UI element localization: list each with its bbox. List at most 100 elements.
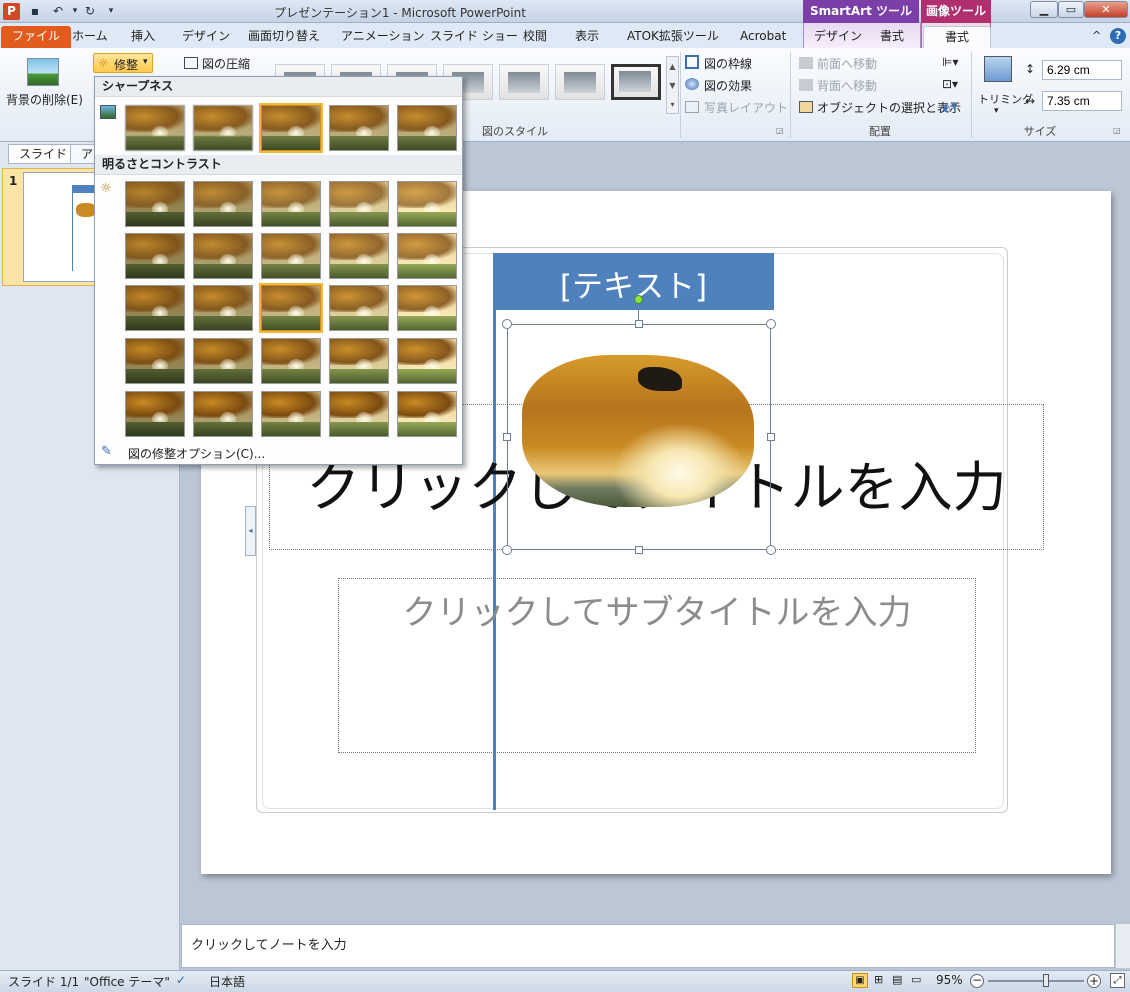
picture-corrections-options[interactable]: 図の修整オプション(C)... — [128, 445, 265, 462]
brightness-contrast-option[interactable] — [125, 391, 185, 437]
tab-view[interactable]: 表示 — [565, 26, 609, 48]
resize-handle-s[interactable] — [635, 546, 643, 554]
tab-transitions[interactable]: 画面切り替え — [238, 26, 330, 48]
brightness-contrast-option[interactable] — [397, 181, 457, 227]
brightness-contrast-option[interactable] — [329, 285, 389, 331]
notes-pane[interactable]: クリックしてノートを入力 — [181, 924, 1115, 968]
resize-handle-n[interactable] — [635, 320, 643, 328]
brightness-contrast-option[interactable] — [193, 285, 253, 331]
rotation-handle[interactable] — [634, 295, 643, 304]
close-button[interactable]: ✕ — [1084, 1, 1128, 18]
tab-smartart-design[interactable]: デザイン — [804, 26, 872, 48]
brightness-contrast-option[interactable] — [193, 391, 253, 437]
remove-background-icon[interactable] — [27, 58, 59, 86]
picture-style-5[interactable] — [499, 64, 549, 100]
brightness-contrast-option[interactable] — [329, 391, 389, 437]
brightness-contrast-option[interactable] — [397, 233, 457, 279]
tab-file[interactable]: ファイル — [1, 26, 72, 48]
zoom-level[interactable]: 95% — [936, 973, 963, 987]
brightness-contrast-option[interactable] — [397, 285, 457, 331]
minimize-button[interactable]: ▁ — [1030, 1, 1058, 18]
sharpness-option[interactable] — [193, 105, 253, 151]
tab-slides[interactable]: スライド — [8, 144, 79, 164]
brightness-contrast-option[interactable] — [397, 391, 457, 437]
tab-design[interactable]: デザイン — [172, 26, 240, 48]
tab-animations[interactable]: アニメーション — [331, 26, 435, 48]
notes-scrollbar[interactable] — [1115, 924, 1130, 968]
slide-thumbnail[interactable] — [23, 172, 98, 282]
brightness-contrast-option[interactable] — [329, 233, 389, 279]
brightness-contrast-option[interactable] — [125, 181, 185, 227]
group-icon[interactable]: ⊡▾ — [942, 77, 958, 91]
tab-review[interactable]: 校閲 — [513, 26, 557, 48]
zoom-in-icon[interactable]: + — [1087, 974, 1101, 988]
maximize-button[interactable]: ▭ — [1058, 1, 1084, 18]
dialog-launcher-icon[interactable]: ◲ — [776, 126, 784, 135]
brightness-contrast-option[interactable] — [125, 285, 185, 331]
selected-picture[interactable] — [507, 324, 771, 550]
brightness-contrast-option[interactable] — [397, 338, 457, 384]
zoom-slider-thumb[interactable] — [1043, 974, 1049, 987]
picture-layout-button[interactable]: 写真レイアウト — [704, 99, 788, 116]
height-input[interactable] — [1042, 60, 1122, 80]
help-icon[interactable]: ? — [1110, 28, 1126, 44]
picture-style-7[interactable] — [611, 64, 661, 100]
brightness-contrast-option[interactable] — [329, 338, 389, 384]
align-icon[interactable]: ⊫▾ — [942, 55, 958, 69]
smartart-text-pane-toggle[interactable]: ◂ — [245, 506, 256, 556]
brightness-contrast-option[interactable] — [261, 391, 321, 437]
brightness-contrast-option[interactable] — [261, 233, 321, 279]
sharpness-option[interactable] — [125, 105, 185, 151]
zoom-out-icon[interactable]: − — [970, 974, 984, 988]
size-dialog-launcher-icon[interactable]: ◲ — [1113, 126, 1121, 135]
brightness-contrast-option[interactable] — [125, 338, 185, 384]
brightness-contrast-option[interactable] — [193, 233, 253, 279]
language-indicator[interactable]: 日本語 — [209, 973, 245, 990]
sharpness-option[interactable] — [329, 105, 389, 151]
picture-effects-button[interactable]: 図の効果 — [704, 77, 752, 94]
tab-slideshow[interactable]: スライド ショー — [420, 26, 528, 48]
tab-insert[interactable]: 挿入 — [121, 26, 165, 48]
width-input[interactable] — [1042, 91, 1122, 111]
normal-view-icon[interactable]: ▣ — [852, 973, 868, 988]
theme-name[interactable]: "Office テーマ" — [84, 973, 170, 990]
picture-style-6[interactable] — [555, 64, 605, 100]
resize-handle-nw[interactable] — [502, 319, 512, 329]
compress-pictures-button[interactable]: 図の圧縮 — [202, 55, 250, 72]
zoom-slider-track[interactable] — [988, 980, 1084, 982]
tab-home[interactable]: ホーム — [62, 26, 118, 48]
brightness-contrast-option[interactable] — [125, 233, 185, 279]
gallery-scroll[interactable]: ▲ ▼ ▾ — [666, 56, 679, 114]
tab-image-format[interactable]: 書式 — [923, 26, 991, 48]
brightness-contrast-option[interactable] — [261, 181, 321, 227]
crop-dropdown-icon[interactable]: ▾ — [994, 106, 999, 116]
picture-border-button[interactable]: 図の枠線 — [704, 55, 752, 72]
corrections-button[interactable]: ☼ 修整 ▾ — [93, 53, 153, 73]
tab-smartart-format[interactable]: 書式 — [870, 26, 914, 48]
remove-background-button[interactable]: 背景の削除(E) — [6, 91, 83, 108]
slideshow-view-icon[interactable]: ▭ — [911, 973, 921, 986]
rotate-icon[interactable]: ◭▾ — [942, 99, 957, 113]
tab-acrobat[interactable]: Acrobat — [730, 26, 796, 48]
sharpness-option[interactable] — [259, 103, 323, 153]
resize-handle-w[interactable] — [503, 433, 511, 441]
reading-view-icon[interactable]: ▤ — [892, 973, 902, 986]
sharpness-option[interactable] — [397, 105, 457, 151]
selection-pane-button[interactable]: オブジェクトの選択と表示 — [817, 99, 961, 116]
tab-atok[interactable]: ATOK拡張ツール — [617, 26, 729, 48]
spelling-check-icon[interactable]: ✓ — [176, 973, 186, 987]
slide-sorter-view-icon[interactable]: ⊞ — [874, 973, 883, 986]
brightness-contrast-option[interactable] — [329, 181, 389, 227]
bring-forward-button[interactable]: 前面へ移動 — [817, 55, 877, 72]
send-backward-button[interactable]: 背面へ移動 — [817, 77, 877, 94]
fit-to-window-icon[interactable]: ⤢ — [1110, 973, 1125, 988]
resize-handle-sw[interactable] — [502, 545, 512, 555]
brightness-contrast-option[interactable] — [261, 338, 321, 384]
resize-handle-ne[interactable] — [766, 319, 776, 329]
minimize-ribbon-icon[interactable]: ^ — [1092, 29, 1101, 42]
brightness-contrast-option[interactable] — [259, 283, 323, 333]
resize-handle-e[interactable] — [767, 433, 775, 441]
resize-handle-se[interactable] — [766, 545, 776, 555]
brightness-contrast-option[interactable] — [193, 338, 253, 384]
brightness-contrast-option[interactable] — [193, 181, 253, 227]
